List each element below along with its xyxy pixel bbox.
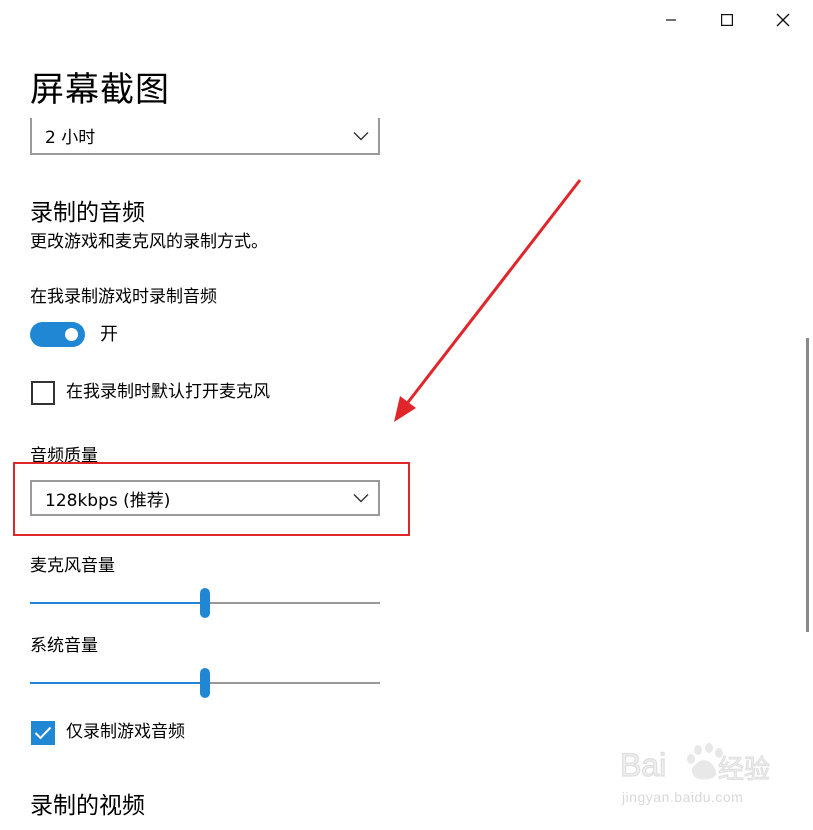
toggle-knob xyxy=(65,328,78,341)
settings-page: 屏幕截图 2 小时 录制的音频 更改游戏和麦克风的录制方式。 在我录制游戏时录制… xyxy=(0,0,813,830)
record-audio-toggle[interactable] xyxy=(30,322,85,347)
annotation-arrow-icon xyxy=(394,179,582,422)
svg-text:Bai: Bai xyxy=(620,747,666,783)
svg-text:经验: 经验 xyxy=(718,755,770,785)
annotation-highlight-box xyxy=(13,462,410,536)
game-audio-only-label: 仅录制游戏音频 xyxy=(66,722,185,742)
max-recording-length-value: 2 小时 xyxy=(45,128,96,148)
record-audio-toggle-state: 开 xyxy=(100,324,118,345)
recorded-video-heading: 录制的视频 xyxy=(30,793,145,819)
slider-fill xyxy=(30,682,205,684)
page-title: 屏幕截图 xyxy=(30,70,170,110)
system-volume-label: 系统音量 xyxy=(30,636,98,656)
mic-volume-label: 麦克风音量 xyxy=(30,556,115,576)
slider-thumb[interactable] xyxy=(200,588,210,618)
baidu-watermark-url: jingyan.baidu.com xyxy=(622,789,744,805)
recorded-audio-heading: 录制的音频 xyxy=(30,200,145,226)
minimize-icon xyxy=(666,19,676,21)
baidu-watermark-logo: Bai 经验 jingyan.baidu.com xyxy=(618,740,778,810)
recorded-audio-description: 更改游戏和麦克风的录制方式。 xyxy=(30,232,268,252)
slider-thumb[interactable] xyxy=(200,668,210,698)
checkmark-icon xyxy=(34,726,52,740)
mic-default-label: 在我录制时默认打开麦克风 xyxy=(66,382,270,402)
mic-volume-slider[interactable] xyxy=(30,588,380,618)
system-volume-slider[interactable] xyxy=(30,668,380,698)
record-audio-label: 在我录制游戏时录制音频 xyxy=(30,287,217,307)
mic-default-checkbox[interactable] xyxy=(31,381,55,405)
max-recording-length-dropdown[interactable]: 2 小时 xyxy=(30,118,380,155)
scrollbar-thumb[interactable] xyxy=(806,338,809,632)
maximize-icon xyxy=(721,14,733,26)
game-audio-only-checkbox[interactable] xyxy=(31,721,55,745)
close-button[interactable] xyxy=(760,0,806,40)
maximize-button[interactable] xyxy=(704,0,750,40)
chevron-down-icon xyxy=(344,118,378,153)
minimize-button[interactable] xyxy=(648,0,694,40)
slider-fill xyxy=(30,602,205,604)
close-icon xyxy=(776,13,790,27)
